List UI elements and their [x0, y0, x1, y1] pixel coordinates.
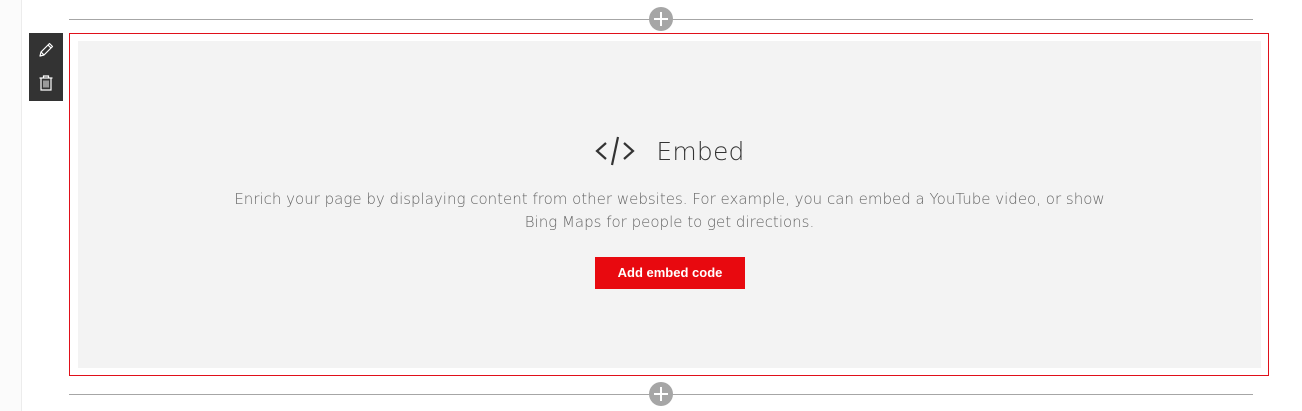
plus-icon [654, 12, 668, 26]
embed-placeholder: Embed Enrich your page by displaying con… [78, 41, 1261, 368]
add-section-top-button[interactable] [649, 7, 673, 31]
plus-icon [654, 387, 668, 401]
embed-title: Embed [656, 136, 745, 166]
code-brackets-icon [595, 136, 636, 166]
embed-webpart[interactable]: Embed Enrich your page by displaying con… [69, 33, 1269, 376]
pencil-icon [39, 42, 54, 57]
trash-icon [39, 75, 53, 91]
add-embed-code-button[interactable]: Add embed code [595, 257, 745, 289]
left-gutter [0, 0, 22, 411]
webpart-toolbar [29, 33, 63, 101]
edit-webpart-button[interactable] [29, 33, 63, 67]
embed-description: Enrich your page by displaying content f… [234, 190, 1105, 231]
delete-webpart-button[interactable] [29, 66, 63, 100]
add-section-bottom-button[interactable] [649, 382, 673, 406]
embed-heading: Embed [78, 131, 1261, 171]
